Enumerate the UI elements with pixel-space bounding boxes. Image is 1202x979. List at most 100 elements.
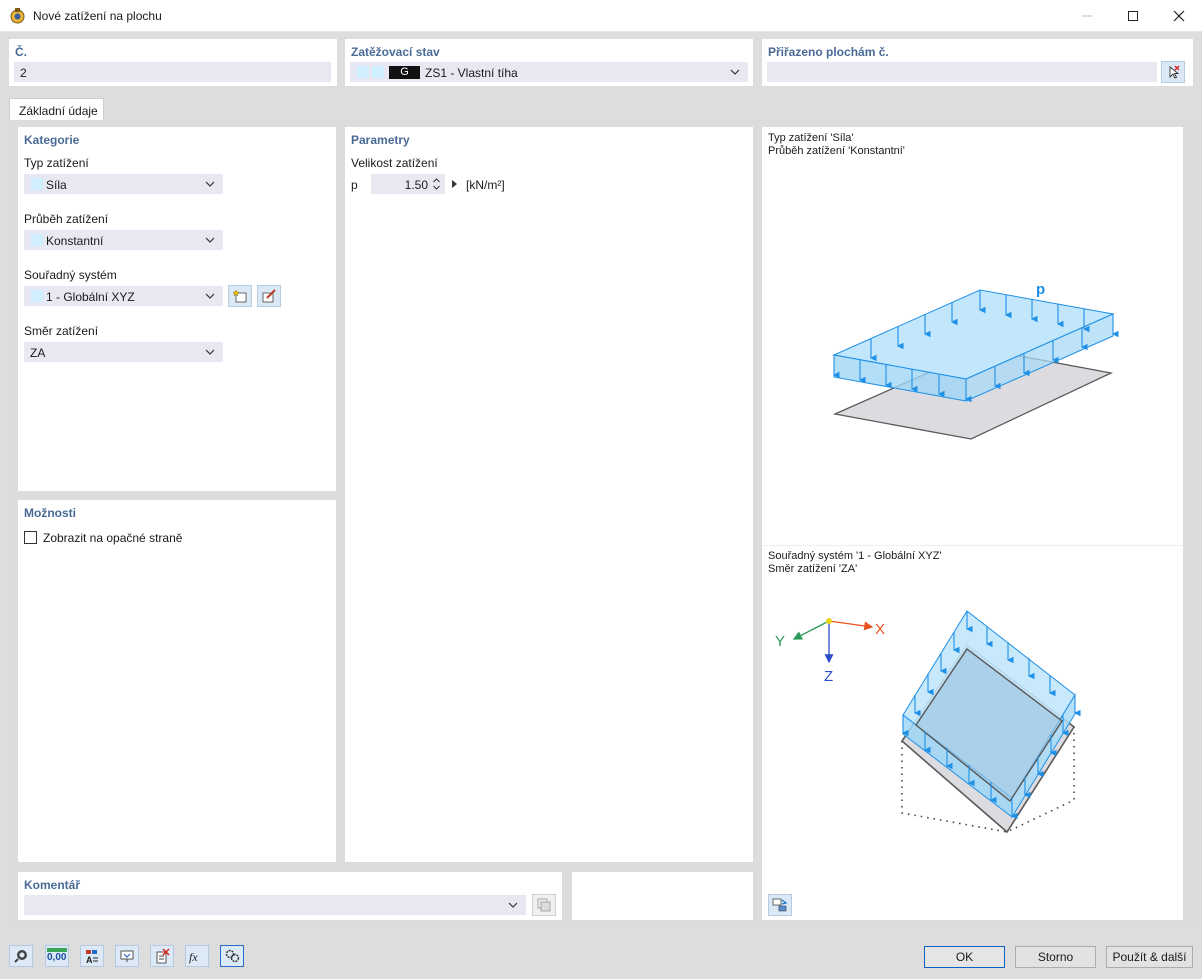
chevron-down-icon <box>730 69 740 75</box>
settings-button[interactable] <box>220 945 244 967</box>
load-case-select[interactable]: G ZS1 - Vlastní tíha <box>350 62 748 82</box>
comment-panel: Komentář <box>18 872 562 920</box>
load-type-label: Typ zatížení <box>24 156 89 170</box>
axis-z-label: Z <box>824 668 833 685</box>
options-panel: Možnosti Zobrazit na opačné straně <box>18 500 336 862</box>
magnitude-unit: [kN/m²] <box>466 178 505 192</box>
diagram-view-icon <box>772 898 788 912</box>
load-case-badge: G <box>389 66 420 79</box>
formula-icon: fx <box>189 950 198 964</box>
pick-surfaces-button[interactable] <box>1161 61 1185 83</box>
number-value: 2 <box>20 66 27 80</box>
direction-diagram: X Y Z <box>775 610 1081 834</box>
distribution-label: Průběh zatížení <box>24 212 109 226</box>
comment-title: Komentář <box>24 878 81 892</box>
coord-system-value: 1 - Globální XYZ <box>46 290 135 304</box>
chevron-down-icon <box>205 181 215 187</box>
magnitude-symbol: p <box>351 178 358 192</box>
tab-basic-data-label: Základní údaje <box>19 104 98 118</box>
window-title: Nové zatížení na plochu <box>33 9 162 23</box>
chevron-down-icon <box>205 237 215 243</box>
show-opposite-label: Zobrazit na opačné straně <box>43 531 183 545</box>
formula-button[interactable]: fx <box>185 945 209 967</box>
number-format-icon: 0,00 <box>47 948 67 964</box>
minimize-button[interactable] <box>1064 0 1110 32</box>
delete-button[interactable] <box>150 945 174 967</box>
cancel-button[interactable]: Storno <box>1015 946 1096 968</box>
distribution-select[interactable]: Konstantní <box>24 230 223 250</box>
ok-button[interactable]: OK <box>924 946 1005 968</box>
svg-text:A: A <box>86 955 93 964</box>
maximize-icon <box>1128 11 1138 21</box>
magnitude-value: 1.50 <box>404 178 428 192</box>
parameters-panel: Parametry Velikost zatížení p 1.50 [kN/m… <box>345 127 753 862</box>
load-case-color-swatch <box>357 66 369 78</box>
diagram-options-button[interactable] <box>768 894 792 916</box>
diagram-panel: Typ zatížení 'Síla' Průběh zatížení 'Kon… <box>762 127 1183 920</box>
search-icon <box>14 950 27 963</box>
axis-y-label: Y <box>775 633 785 650</box>
chevron-down-icon <box>205 349 215 355</box>
text-style-button[interactable]: A <box>80 945 104 967</box>
direction-select[interactable]: ZA <box>24 342 223 362</box>
coordinate-axes <box>792 618 874 664</box>
direction-label: Směr zatížení <box>24 324 99 338</box>
search-button[interactable] <box>9 945 33 967</box>
number-format-button[interactable]: 0,00 <box>45 945 69 967</box>
load-case-color-swatch <box>372 66 384 78</box>
number-format-text: 0,00 <box>47 952 67 963</box>
assigned-panel: Přiřazeno plochám č. <box>762 39 1193 86</box>
spinner-icon[interactable] <box>432 177 441 191</box>
chevron-down-icon <box>508 902 518 908</box>
maximize-button[interactable] <box>1110 0 1156 32</box>
options-title: Možnosti <box>24 506 76 520</box>
caret-right-icon[interactable] <box>451 180 457 188</box>
close-button[interactable] <box>1156 0 1202 32</box>
delete-icon <box>156 948 170 964</box>
load-symbol-label: p <box>1036 281 1045 298</box>
edit-coord-system-icon <box>262 289 276 303</box>
category-title: Kategorie <box>24 133 80 147</box>
assigned-surfaces-field[interactable] <box>767 62 1157 82</box>
show-opposite-checkbox[interactable] <box>24 531 37 544</box>
comment-library-button[interactable] <box>532 894 556 916</box>
load-type-select[interactable]: Síla <box>24 174 223 194</box>
parameters-title: Parametry <box>351 133 410 147</box>
coord-system-label: Souřadný systém <box>24 268 117 282</box>
number-field[interactable]: 2 <box>14 62 331 82</box>
number-panel: Č. 2 <box>9 39 337 86</box>
axis-x-label: X <box>875 621 885 638</box>
load-case-value: ZS1 - Vlastní tíha <box>425 66 518 80</box>
title-bar: Nové zatížení na plochu <box>0 0 1202 32</box>
comment-side-panel <box>572 872 753 920</box>
coord-system-select[interactable]: 1 - Globální XYZ <box>24 286 223 306</box>
settings-icon <box>225 949 240 963</box>
distribution-swatch <box>31 234 43 246</box>
direction-value: ZA <box>30 346 46 360</box>
copy-icon <box>537 898 551 912</box>
comment-input[interactable] <box>24 895 526 915</box>
load-case-panel: Zatěžovací stav G ZS1 - Vlastní tíha <box>345 39 753 86</box>
load-type-value: Síla <box>46 178 67 192</box>
coord-system-swatch <box>31 290 43 302</box>
tab-basic-data[interactable]: Základní údaje <box>9 98 104 121</box>
category-panel: Kategorie Typ zatížení Síla Průběh zatíž… <box>18 127 336 491</box>
new-coord-system-button[interactable] <box>228 285 252 307</box>
app-icon <box>10 8 25 24</box>
text-style-icon: A <box>86 950 98 964</box>
view-icon <box>120 950 134 962</box>
edit-coord-system-button[interactable] <box>257 285 281 307</box>
minimize-icon <box>1082 15 1092 17</box>
load-type-diagram: p <box>832 281 1119 440</box>
load-type-swatch <box>31 178 43 190</box>
apply-next-button[interactable]: Použít & další <box>1106 946 1193 968</box>
magnitude-input[interactable]: 1.50 <box>371 174 445 194</box>
load-case-label: Zatěžovací stav <box>351 45 440 59</box>
chevron-down-icon <box>205 293 215 299</box>
assigned-label: Přiřazeno plochám č. <box>768 45 889 59</box>
magnitude-label: Velikost zatížení <box>351 156 438 170</box>
view-button[interactable] <box>115 945 139 967</box>
close-icon <box>1173 10 1185 22</box>
svg-text:fx: fx <box>189 950 198 964</box>
new-coord-system-icon <box>232 289 247 303</box>
